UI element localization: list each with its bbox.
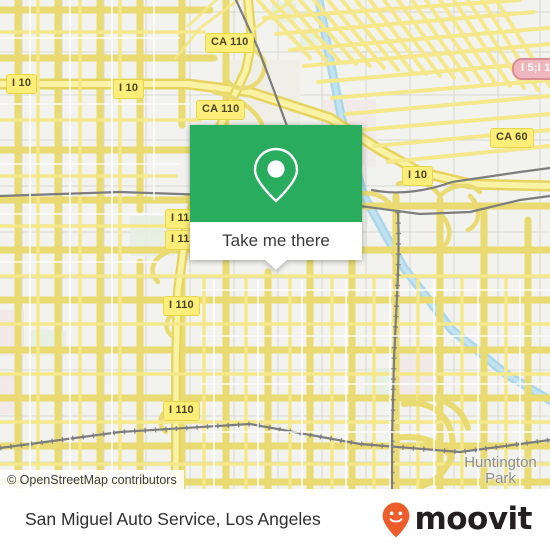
- take-me-there-label: Take me there: [222, 231, 330, 250]
- popup-marker-area: [190, 125, 362, 222]
- shield-i110-d: I 110: [163, 401, 200, 421]
- map-pin-icon: [253, 147, 299, 203]
- map-attribution-label: © OpenStreetMap contributors: [7, 472, 177, 487]
- shield-i5-i10: I 5;I 1: [512, 58, 550, 80]
- moovit-smiley-pin-icon: [383, 502, 410, 537]
- place-label-huntington-park: Huntington Park: [443, 455, 550, 487]
- place-label-line1: Huntington: [464, 454, 537, 471]
- shield-i110-c: I 110: [163, 296, 200, 316]
- shield-ca60: CA 60: [490, 128, 534, 148]
- footer-bar: San Miguel Auto Service, Los Angeles moo…: [0, 489, 550, 550]
- shield-i10-east: I 10: [402, 166, 434, 186]
- location-title: San Miguel Auto Service, Los Angeles: [25, 509, 321, 529]
- shield-ca110-south: CA 110: [196, 100, 246, 120]
- destination-popup[interactable]: Take me there: [190, 125, 362, 270]
- popup-tail-arrow: [265, 260, 287, 270]
- map-attribution[interactable]: © OpenStreetMap contributors: [0, 470, 184, 489]
- shield-ca110-north: CA 110: [205, 33, 255, 53]
- moovit-wordmark: moovit: [414, 501, 532, 537]
- moovit-brand[interactable]: moovit: [381, 501, 532, 539]
- place-label-line2: Park: [485, 470, 516, 487]
- shield-i10-west: I 10: [6, 74, 38, 94]
- take-me-there-button[interactable]: Take me there: [190, 222, 362, 270]
- shield-i10-mid: I 10: [113, 79, 145, 99]
- moovit-map-screenshot: CA 110 I 10 CA 110 I 5;I 1 CA 60 I 10 I …: [0, 0, 550, 550]
- map-canvas[interactable]: CA 110 I 10 CA 110 I 5;I 1 CA 60 I 10 I …: [0, 0, 550, 489]
